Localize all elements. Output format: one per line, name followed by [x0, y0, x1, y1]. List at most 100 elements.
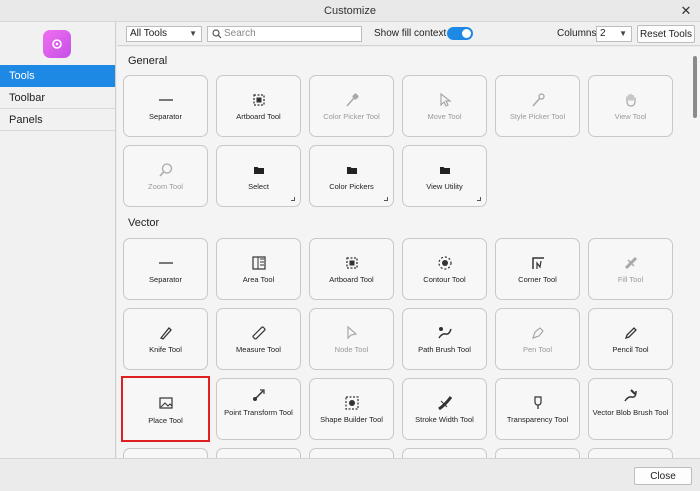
tile-separator[interactable]: Separator [123, 238, 208, 300]
tile-shape-builder-tool[interactable]: Shape Builder Tool [309, 378, 394, 440]
expand-corner-icon [291, 197, 295, 201]
tile-color-picker-tool[interactable]: Color Picker Tool [309, 75, 394, 137]
sidebar-nav: Tools Toolbar Panels [0, 65, 115, 131]
tile-label: View Tool [614, 112, 647, 121]
tile-corner-tool[interactable]: Corner Tool [495, 238, 580, 300]
search-icon [212, 29, 222, 39]
tile-label: Stroke Width Tool [415, 415, 474, 424]
move-icon [437, 92, 453, 108]
app-logo-icon [43, 30, 71, 58]
sidebar: Tools Toolbar Panels [0, 22, 116, 458]
tile-partial[interactable] [495, 448, 580, 458]
ruler-icon [251, 325, 267, 341]
fill-icon [623, 255, 639, 271]
tile-move-tool[interactable]: Move Tool [402, 75, 487, 137]
tile-measure-tool[interactable]: Measure Tool [216, 308, 301, 370]
tile-label: Color Pickers [329, 182, 374, 191]
tile-label: Color Picker Tool [323, 112, 380, 121]
tile-fill-tool[interactable]: Fill Tool [588, 238, 673, 300]
section-title-vector: Vector [128, 217, 160, 229]
tile-vector-blob-brush-tool[interactable]: Vector Blob Brush Tool [588, 378, 673, 440]
columns-label: Columns: [557, 28, 600, 39]
tile-style-picker-tool[interactable]: Style Picker Tool [495, 75, 580, 137]
artboard-icon [344, 255, 360, 271]
tile-label: Path Brush Tool [418, 345, 471, 354]
tile-node-tool[interactable]: Node Tool [309, 308, 394, 370]
footer: Close [0, 458, 700, 491]
artboard-icon [251, 92, 267, 108]
node-icon [344, 325, 360, 341]
area-icon [251, 255, 267, 271]
tile-partial[interactable] [309, 448, 394, 458]
tile-artboard-tool[interactable]: Artboard Tool [309, 238, 394, 300]
tile-artboard-tool[interactable]: Artboard Tool [216, 75, 301, 137]
transparency-icon [530, 395, 546, 411]
tile-label: Corner Tool [518, 275, 557, 284]
sidebar-item-panels[interactable]: Panels [0, 109, 115, 131]
corner-icon [530, 255, 546, 271]
tile-label: Separator [149, 275, 182, 284]
close-icon[interactable]: ✕ [678, 3, 694, 19]
tile-label: Shape Builder Tool [320, 415, 383, 424]
tile-separator[interactable]: Separator [123, 75, 208, 137]
expand-corner-icon [384, 197, 388, 201]
tile-label: Pencil Tool [612, 345, 649, 354]
tile-select-group[interactable]: Select [216, 145, 301, 207]
columns-select[interactable]: 2 ▼ [596, 26, 632, 42]
tool-filter-value: All Tools [130, 28, 168, 39]
search-placeholder: Search [224, 28, 256, 39]
tool-filter-select[interactable]: All Tools ▼ [126, 26, 202, 42]
toggle-knob [462, 29, 471, 38]
tile-partial[interactable] [216, 448, 301, 458]
search-input[interactable]: Search [207, 26, 362, 42]
tile-label: Artboard Tool [236, 112, 281, 121]
tile-transparency-tool[interactable]: Transparency Tool [495, 378, 580, 440]
tile-label: Zoom Tool [148, 182, 183, 191]
show-fill-context-toggle[interactable] [447, 27, 473, 40]
tile-partial[interactable] [588, 448, 673, 458]
hand-icon [623, 92, 639, 108]
tile-place-tool[interactable]: Place Tool [121, 376, 210, 442]
tile-label: View Utility [426, 182, 463, 191]
pen-icon [530, 325, 546, 341]
image-icon [158, 395, 174, 411]
tile-knife-tool[interactable]: Knife Tool [123, 308, 208, 370]
color-picker-icon [344, 92, 360, 108]
tile-view-tool[interactable]: View Tool [588, 75, 673, 137]
sidebar-item-tools[interactable]: Tools [0, 65, 115, 87]
tile-point-transform-tool[interactable]: Point Transform Tool [216, 378, 301, 440]
zoom-icon [158, 162, 174, 178]
tile-partial[interactable] [402, 448, 487, 458]
tile-pencil-tool[interactable]: Pencil Tool [588, 308, 673, 370]
path-brush-icon [437, 325, 453, 341]
title-bar: Customize ✕ [0, 0, 700, 22]
tile-label: Select [248, 182, 269, 191]
separator-icon [158, 92, 174, 108]
tile-stroke-width-tool[interactable]: Stroke Width Tool [402, 378, 487, 440]
tile-pen-tool[interactable]: Pen Tool [495, 308, 580, 370]
tile-color-pickers-group[interactable]: Color Pickers [309, 145, 394, 207]
folder-icon [251, 162, 267, 178]
tile-label: Place Tool [148, 416, 183, 425]
tile-label: Knife Tool [149, 345, 182, 354]
chevron-down-icon: ▼ [619, 29, 627, 38]
columns-value: 2 [600, 28, 606, 39]
tile-zoom-tool[interactable]: Zoom Tool [123, 145, 208, 207]
separator-icon [158, 255, 174, 271]
tile-label: Contour Tool [423, 275, 466, 284]
tile-contour-tool[interactable]: Contour Tool [402, 238, 487, 300]
expand-corner-icon [477, 197, 481, 201]
reset-tools-button[interactable]: Reset Tools [637, 25, 695, 43]
tile-label: Area Tool [242, 275, 275, 284]
tile-view-utility-group[interactable]: View Utility [402, 145, 487, 207]
tile-partial[interactable] [123, 448, 208, 458]
tile-label: Measure Tool [236, 345, 281, 354]
tile-label: Fill Tool [617, 275, 644, 284]
close-button[interactable]: Close [634, 467, 692, 485]
tool-list[interactable]: General Separator Artboard Tool Color Pi… [117, 47, 690, 458]
knife-icon [158, 325, 174, 341]
tile-path-brush-tool[interactable]: Path Brush Tool [402, 308, 487, 370]
sidebar-item-toolbar[interactable]: Toolbar [0, 87, 115, 109]
scrollbar-thumb[interactable] [693, 56, 697, 118]
tile-area-tool[interactable]: Area Tool [216, 238, 301, 300]
